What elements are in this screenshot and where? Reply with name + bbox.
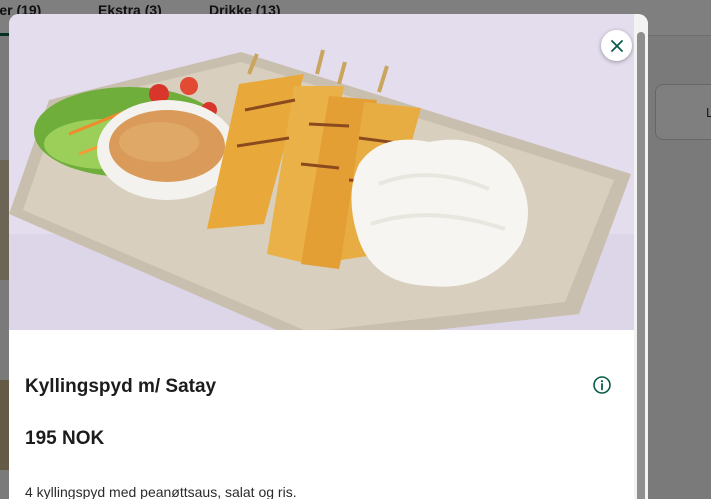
scrollbar-thumb[interactable] [637, 32, 645, 499]
product-details: Kyllingspyd m/ Satay 195 NOK 4 kyllingsp… [9, 330, 634, 499]
product-description: 4 kyllingspyd med peanøttsaus, salat og … [25, 484, 297, 499]
product-modal: Kyllingspyd m/ Satay 195 NOK 4 kyllingsp… [9, 14, 648, 499]
info-icon [593, 376, 611, 394]
modal-scrollbar[interactable] [634, 14, 648, 499]
food-photo [9, 14, 634, 330]
product-title: Kyllingspyd m/ Satay [25, 376, 217, 397]
close-button[interactable] [601, 30, 632, 61]
close-icon [610, 39, 623, 52]
allergen-info-button[interactable] [592, 375, 612, 395]
product-price: 195 NOK [25, 428, 105, 449]
product-image [9, 14, 634, 330]
